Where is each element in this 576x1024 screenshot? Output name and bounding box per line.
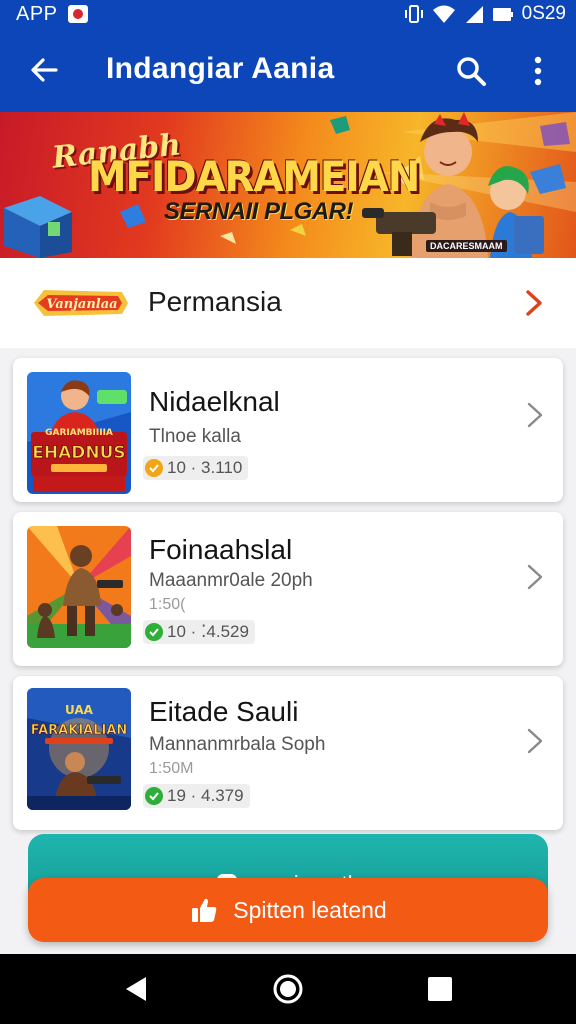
- search-icon: [457, 57, 486, 86]
- verified-badge-icon: [145, 623, 163, 641]
- status-app-label: APP: [16, 2, 58, 25]
- game-meta-text: 19 · 4.379: [167, 786, 244, 805]
- thumbnail-top-text: GARIAMBIIIIA: [45, 428, 113, 438]
- orange-button-label: Spitten leatend: [233, 896, 387, 923]
- nav-recents-button[interactable]: [422, 971, 458, 1007]
- game-extra: 1:50M: [149, 760, 194, 777]
- section-logo: Vanjanlaa: [34, 290, 128, 316]
- game-subtitle: Tlnoe kalla: [149, 426, 241, 447]
- thumbs-up-icon: [192, 898, 217, 922]
- section-logo-text: Vanjanlaa: [46, 297, 117, 312]
- banner-headline: MFIDARAMEIAN: [88, 152, 420, 201]
- nav-back-button[interactable]: [118, 971, 154, 1007]
- game-name: Foinaahslal: [149, 534, 293, 565]
- page-title: Indangiar Aania: [106, 52, 335, 85]
- game-thumbnail: UAA FARAKIALIAN: [27, 688, 131, 810]
- game-meta: 19 · 4.379: [143, 784, 250, 808]
- home-circle-icon: [273, 974, 303, 1004]
- thumbnail-title-text: EHADNUS: [32, 443, 125, 463]
- chevron-right-icon: [527, 564, 543, 590]
- game-card[interactable]: Foinaahslal Maaanmr0ale 20ph 1:50( 10 · …: [13, 512, 563, 666]
- app-bar: Indangiar Aania: [0, 28, 576, 112]
- notification-icon: [67, 5, 88, 23]
- chevron-right-icon: [527, 728, 543, 754]
- system-nav-bar: [0, 954, 576, 1024]
- game-meta-text: 10 · ⁚4.529: [167, 622, 249, 641]
- game-subtitle: Maaanmr0ale 20ph: [149, 570, 313, 591]
- game-card[interactable]: UAA FARAKIALIAN Eitade Sauli Mannanmrbal…: [13, 676, 563, 830]
- game-subtitle: Mannanmrbala Soph: [149, 734, 326, 755]
- signal-icon: [465, 6, 483, 23]
- game-thumbnail: GARIAMBIIIIA EHADNUS: [27, 372, 131, 494]
- screen: APP 0S29 Indangiar Aania Ranabh MFIDARAM…: [0, 0, 576, 1024]
- recents-square-icon: [428, 977, 452, 1001]
- search-button[interactable]: [450, 50, 492, 92]
- thumbnail-title-text: FARAKIALIAN: [31, 723, 128, 738]
- banner-tag: DACARESMAAM: [426, 240, 507, 252]
- status-icons: 0S29: [404, 3, 566, 25]
- verified-badge-icon: [145, 459, 163, 477]
- status-clock: 0S29: [521, 3, 566, 24]
- nav-home-button[interactable]: [270, 971, 306, 1007]
- section-header-permansia[interactable]: Vanjanlaa Permansia: [0, 258, 576, 348]
- vibrate-icon: [404, 5, 423, 23]
- back-arrow-icon: [31, 58, 58, 82]
- overflow-menu-button[interactable]: [520, 50, 556, 92]
- game-name: Eitade Sauli: [149, 696, 299, 727]
- game-name: Nidaelknal: [149, 386, 280, 417]
- battery-icon: [492, 8, 513, 21]
- verified-badge-icon: [145, 787, 163, 805]
- game-meta: 10 · ⁚4.529: [143, 620, 255, 644]
- game-thumbnail: [27, 526, 131, 648]
- more-vert-icon: [534, 56, 542, 86]
- section-label: Permansia: [148, 286, 282, 317]
- back-button[interactable]: [24, 50, 64, 90]
- chevron-right-icon: [527, 402, 543, 428]
- promo-banner[interactable]: Ranabh MFIDARAMEIAN SERNAII PLGAR! DACAR…: [0, 112, 576, 258]
- chevron-right-icon: [526, 290, 542, 316]
- game-card[interactable]: GARIAMBIIIIA EHADNUS Nidaelknal Tlnoe ka…: [13, 358, 563, 502]
- thumbnail-top-text: UAA: [65, 703, 94, 717]
- game-extra: 1:50(: [149, 596, 186, 613]
- banner-subtitle: SERNAII PLGAR!: [164, 198, 354, 225]
- back-triangle-icon: [126, 977, 146, 1001]
- wifi-icon: [432, 5, 455, 23]
- status-bar: APP 0S29: [0, 0, 576, 28]
- orange-action-button[interactable]: Spitten leatend: [28, 878, 548, 942]
- game-meta: 10 · 3.110: [143, 456, 249, 480]
- game-meta-text: 10 · 3.110: [167, 458, 243, 477]
